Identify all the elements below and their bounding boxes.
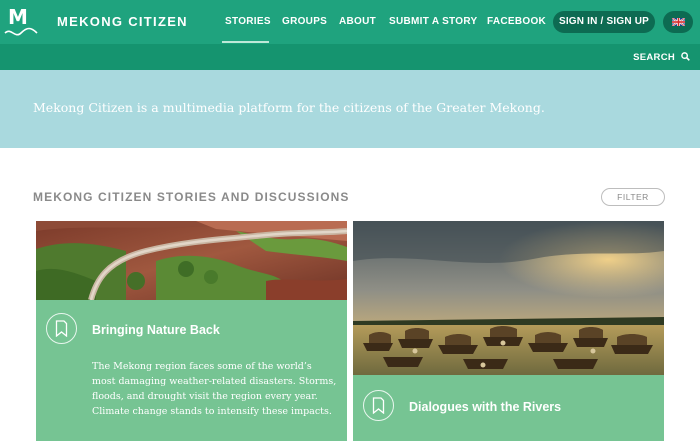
filter-button[interactable]: FILTER: [601, 188, 665, 206]
logo-mark-icon: M: [4, 5, 38, 36]
story-icon: [46, 313, 77, 344]
search-label: SEARCH: [633, 52, 676, 63]
nav-submit-a-story[interactable]: SUBMIT A STORY: [389, 16, 477, 27]
uk-flag-icon: [672, 18, 685, 26]
bookmark-icon: [372, 397, 385, 414]
sign-in-button[interactable]: SIGN IN / SIGN UP: [553, 11, 655, 33]
bookmark-icon: [55, 320, 68, 337]
card-content: Dialogues with the Rivers: [353, 375, 664, 441]
story-card[interactable]: Dialogues with the Rivers: [353, 221, 664, 441]
nav-groups[interactable]: GROUPS: [282, 16, 327, 27]
card-title[interactable]: Bringing Nature Back: [92, 323, 220, 337]
language-selector[interactable]: [663, 11, 693, 33]
mountain-road-photo: [36, 221, 347, 300]
story-card[interactable]: Bringing Nature Back The Mekong region f…: [36, 221, 347, 441]
svg-text:M: M: [8, 5, 28, 29]
search-icon: [681, 52, 690, 61]
logo[interactable]: M: [0, 0, 42, 44]
nav-active-indicator: [222, 41, 269, 43]
story-icon: [363, 390, 394, 421]
nav-stories[interactable]: STORIES: [225, 16, 271, 27]
intro-banner: Mekong Citizen is a multimedia platform …: [0, 70, 700, 148]
top-nav-bar: M MEKONG CITIZEN STORIES GROUPS ABOUT SU…: [0, 0, 700, 44]
card-title[interactable]: Dialogues with the Rivers: [409, 400, 561, 414]
search-bar: SEARCH: [0, 44, 700, 70]
nav-facebook[interactable]: FACEBOOK: [487, 16, 546, 27]
river-boats-photo: [353, 221, 664, 375]
search-button[interactable]: SEARCH: [633, 52, 690, 63]
section-title: MEKONG CITIZEN STORIES AND DISCUSSIONS: [33, 190, 350, 204]
card-content: Bringing Nature Back The Mekong region f…: [36, 300, 347, 441]
nav-about[interactable]: ABOUT: [339, 16, 376, 27]
brand-name[interactable]: MEKONG CITIZEN: [57, 14, 188, 29]
card-description: The Mekong region faces some of the worl…: [92, 361, 337, 417]
banner-text: Mekong Citizen is a multimedia platform …: [33, 100, 545, 115]
